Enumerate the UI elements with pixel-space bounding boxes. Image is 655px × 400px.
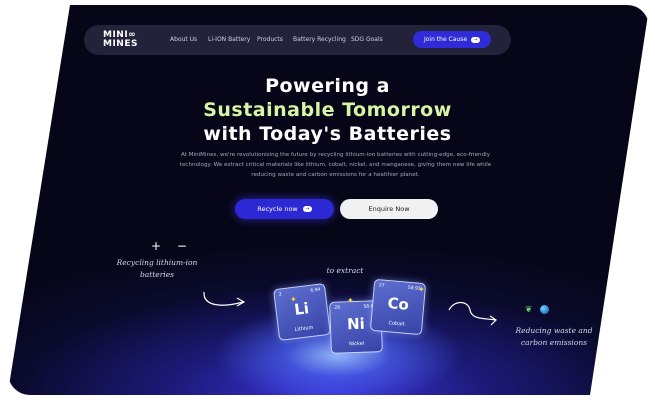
element-number: 3 [278,292,282,298]
recycling-caption-line-2: batteries [139,270,174,279]
sparkle-icon: ✦ [347,296,354,305]
enquire-now-button[interactable]: Enquire Now [340,199,438,219]
plus-minus-icon: + − [151,239,193,253]
element-name: Nickel [348,340,365,348]
curved-arrow-icon [203,291,246,307]
nav-link-products[interactable]: Products [257,36,283,43]
element-name: Lithium [294,324,314,333]
element-number: 28 [334,305,341,311]
join-button-label: Join the Cause [423,36,468,43]
logo[interactable]: MINI∞ MINES [103,31,138,49]
element-tile-lithium: 3 6.94 Li Lithium [273,283,331,341]
recycle-button-label: Recycle now [257,205,298,213]
nav-link-sdg-goals[interactable]: SDG Goals [351,36,383,43]
sparkle-icon: ✦ [418,285,425,294]
nav-link-about-us[interactable]: About Us [170,36,197,43]
logo-line-2: MINES [103,39,138,49]
hero-description: At MiniMines, we're revolutionizing the … [179,152,492,178]
recycling-caption-line-1: Recycling lithium-ion [116,258,198,267]
recycle-now-button[interactable]: Recycle now → [235,199,334,219]
sparkle-icon: ✦ [290,295,297,304]
element-symbol: Co [386,294,410,314]
element-symbol: Li [293,299,311,319]
sprout-icon: ❦ [525,305,533,315]
join-the-cause-button[interactable]: Join the Cause → [413,31,491,48]
nav-link-battery-recycling[interactable]: Battery Recycling [293,36,346,43]
recycling-caption: Recycling lithium-ion batteries [112,257,202,281]
headline-line-2: Sustainable Tomorrow [203,99,452,121]
element-mass: 6.94 [310,287,321,294]
element-number: 27 [378,283,385,289]
nav-link-li-ion-battery[interactable]: Li-ION Battery [208,36,250,43]
hero-frame: MINI∞ MINES About Us Li-ION Battery Prod… [8,5,649,395]
navbar: MINI∞ MINES About Us Li-ION Battery Prod… [84,25,511,55]
reducing-caption-line-1: Reducing waste and [515,326,593,335]
headline-line-3: with Today's Batteries [203,123,452,145]
arrow-right-icon: → [302,206,312,212]
reducing-caption: Reducing waste and carbon emissions [508,325,600,349]
reducing-caption-line-2: carbon emissions [520,338,588,347]
extract-caption: to extract [326,266,364,275]
enquire-button-label: Enquire Now [368,205,410,213]
globe-icon [540,305,549,314]
headline-line-1: Powering a [265,75,390,97]
element-name: Cobalt [388,320,405,328]
arrow-right-icon: → [471,36,481,43]
